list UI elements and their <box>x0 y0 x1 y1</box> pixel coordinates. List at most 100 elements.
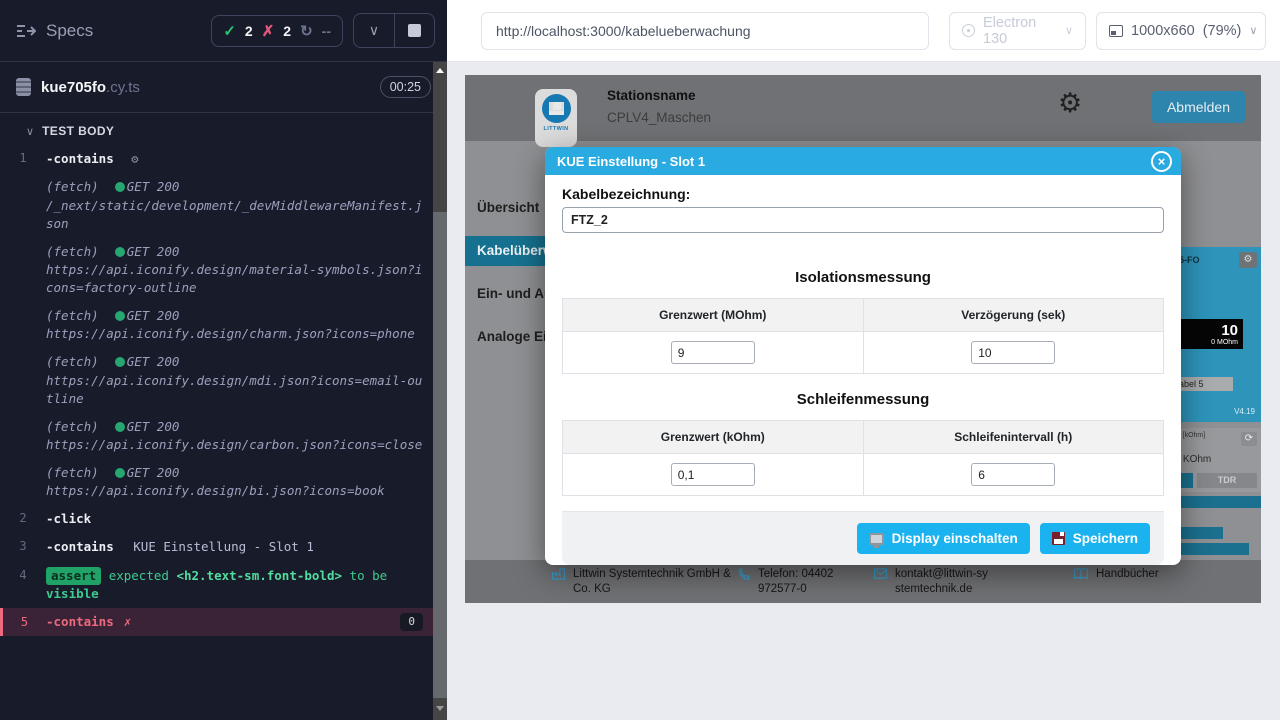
save-button[interactable]: Speichern <box>1040 523 1150 554</box>
fetch-log-row[interactable]: (fetch)GET 200 https://api.iconify.desig… <box>0 302 433 348</box>
iso-verzoegerung-input[interactable] <box>971 341 1055 364</box>
reporter-header: Specs ✓ 2 ✗ 2 ↻ -- ∨ <box>0 0 447 62</box>
loop-intervall-input[interactable] <box>971 463 1055 486</box>
cypress-reporter: Specs ✓ 2 ✗ 2 ↻ -- ∨ kue705fo.cy.ts 0 <box>0 0 447 720</box>
fail-count-badge: 0 <box>400 613 423 631</box>
browser-name: Electron 130 <box>983 15 1057 47</box>
firmware-version: V4.19 <box>1169 407 1257 416</box>
display-on-button[interactable]: Display einschalten <box>857 523 1030 554</box>
status-dot-icon <box>115 468 125 478</box>
footer-manuals[interactable]: Handbücher <box>1073 567 1159 603</box>
command-arg: KUE Einstellung - Slot 1 <box>133 539 314 554</box>
scroll-up-button[interactable] <box>433 62 447 78</box>
fetch-status: GET 200 <box>127 178 180 196</box>
station-info: Stationsname CPLV4_Maschen <box>607 88 711 125</box>
command-row[interactable]: 2 -click <box>0 505 433 533</box>
fetch-log-row[interactable]: (fetch)GET 200 https://api.iconify.desig… <box>0 348 433 412</box>
scrollbar-thumb[interactable] <box>433 212 447 698</box>
tdr-button[interactable]: TDR <box>1197 473 1257 488</box>
passed-count: 2 <box>245 23 253 39</box>
footer-phone: Telefon: 04402 972577-0 <box>737 567 873 603</box>
dialog-title: KUE Einstellung - Slot 1 <box>557 154 705 169</box>
kue-settings-dialog: KUE Einstellung - Slot 1 × Kabelbezeichn… <box>545 147 1181 565</box>
failed-icon: ✗ <box>262 22 275 40</box>
pending-count: -- <box>322 23 331 39</box>
fetch-tag: (fetch) <box>46 418 99 436</box>
test-body-header[interactable]: ∨ TEST BODY <box>0 113 447 145</box>
dialog-header: KUE Einstellung - Slot 1 × <box>545 147 1181 175</box>
iso-grenzwert-input[interactable] <box>671 341 755 364</box>
assert-row[interactable]: 4 assert expected <h2.text-sm.font-bold>… <box>0 562 433 608</box>
fetch-log-row[interactable]: (fetch)GET 200 https://api.iconify.desig… <box>0 238 433 302</box>
stop-button[interactable] <box>394 14 434 47</box>
schleifen-table: Grenzwert (kOhm) Schleifenintervall (h) <box>562 420 1164 496</box>
failed-count: 2 <box>283 23 291 39</box>
display-unit: 0 MOhm <box>1174 339 1238 346</box>
close-icon[interactable]: × <box>1151 151 1172 172</box>
dialog-body: Kabelbezeichnung: Isolationsmessung Gren… <box>545 175 1181 565</box>
specs-panel-icon[interactable] <box>16 23 36 39</box>
status-dot-icon <box>115 422 125 432</box>
command-log: 1 -contains ⚙ (fetch)GET 200 /_next/stat… <box>0 145 433 636</box>
command-row[interactable]: 3 -contains KUE Einstellung - Slot 1 <box>0 533 433 561</box>
url-input[interactable] <box>481 12 929 50</box>
spec-duration-badge: 00:25 <box>380 76 431 98</box>
kabelbezeichnung-input[interactable] <box>562 207 1164 233</box>
logo-circle-icon <box>542 94 571 123</box>
fetch-url: https://api.iconify.design/mdi.json?icon… <box>46 372 427 408</box>
collapse-button[interactable]: ∨ <box>354 14 394 47</box>
fetch-log-row[interactable]: (fetch)GET 200 /_next/static/development… <box>0 173 433 237</box>
gear-icon: ⚙ <box>131 152 138 166</box>
dialog-footer: Display einschalten Speichern <box>562 511 1164 565</box>
electron-icon <box>962 24 975 37</box>
logout-button[interactable]: Abmelden <box>1152 91 1245 123</box>
browser-topbar: Electron 130 ∨ 1000x660 (79%) ∨ <box>447 0 1280 62</box>
viewport-size: 1000x660 <box>1131 23 1195 39</box>
status-dot-icon <box>115 311 125 321</box>
viewport-icon <box>1109 25 1123 37</box>
failed-command-row[interactable]: 5 -contains ✗ 0 <box>0 608 433 636</box>
ohm-value: 22 KOhm <box>1169 446 1257 465</box>
status-dot-icon <box>115 182 125 192</box>
fetch-tag: (fetch) <box>46 307 99 325</box>
fetch-log-row[interactable]: (fetch)GET 200 https://api.iconify.desig… <box>0 413 433 459</box>
assert-selector: <h2.text-sm.font-bold> <box>176 568 342 583</box>
spec-file-name: kue705fo.cy.ts <box>41 79 140 96</box>
book-icon <box>1073 567 1089 580</box>
floppy-disk-icon <box>1052 532 1065 545</box>
fetch-url: https://api.iconify.design/charm.json?ic… <box>46 325 427 343</box>
command-number: 2 <box>0 510 46 528</box>
fetch-url: https://api.iconify.design/bi.json?icons… <box>46 482 427 500</box>
littwin-logo: LITTWIN <box>535 89 577 147</box>
iso-col1-header: Grenzwert (MOhm) <box>563 299 864 332</box>
viewport-select[interactable]: 1000x660 (79%) ∨ <box>1096 12 1266 50</box>
scroll-down-button[interactable] <box>433 700 447 716</box>
spec-file-row[interactable]: kue705fo.cy.ts 00:25 <box>0 62 447 113</box>
browser-select[interactable]: Electron 130 ∨ <box>949 12 1086 50</box>
loop-grenzwert-input[interactable] <box>671 463 755 486</box>
factory-icon <box>551 567 566 580</box>
fetch-tag: (fetch) <box>46 464 99 482</box>
chevron-down-icon: ∨ <box>1249 24 1257 37</box>
specs-label[interactable]: Specs <box>46 21 93 41</box>
slot-gear-icon[interactable]: ⚙ <box>1239 252 1257 268</box>
test-stats: ✓ 2 ✗ 2 ↻ -- <box>211 15 343 47</box>
command-name: -contains <box>46 151 114 166</box>
email-icon <box>873 567 888 579</box>
command-row[interactable]: 1 -contains ⚙ <box>0 145 433 173</box>
viewport-zoom: (79%) <box>1203 23 1242 39</box>
footer-email[interactable]: kontakt@littwin-systemtechnik.de <box>873 567 993 603</box>
fetch-log-row[interactable]: (fetch)GET 200 https://api.iconify.desig… <box>0 459 433 505</box>
chevron-down-icon: ∨ <box>26 125 34 138</box>
reporter-scrollbar[interactable] <box>433 62 447 720</box>
stop-icon <box>408 24 421 37</box>
fetch-tag: (fetch) <box>46 178 99 196</box>
loop-col2-header: Schleifenintervall (h) <box>863 421 1164 454</box>
reload-icon[interactable]: ⟳ <box>1241 432 1257 446</box>
settings-gear-icon[interactable]: ⚙ <box>1058 88 1082 119</box>
station-value: CPLV4_Maschen <box>607 110 711 125</box>
spec-file-icon <box>16 78 31 96</box>
chevron-down-icon: ∨ <box>369 22 379 39</box>
logo-text: LITTWIN <box>535 126 577 132</box>
chevron-down-icon: ∨ <box>1065 24 1073 37</box>
